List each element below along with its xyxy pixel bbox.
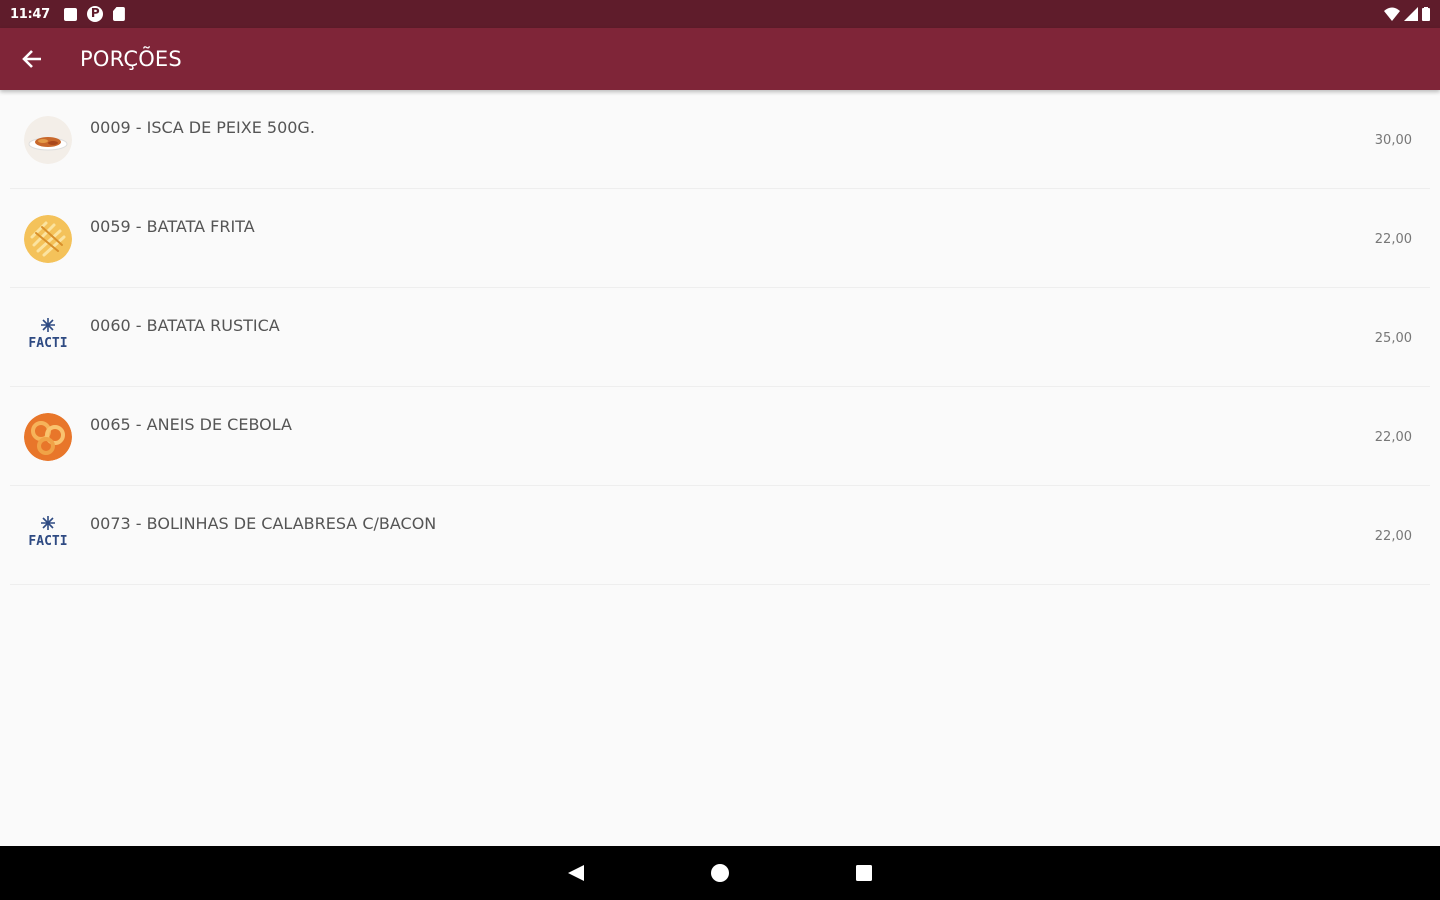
status-time: 11:47 [10,6,50,22]
circle-home-icon [711,864,729,882]
facti-logo: FACTI [28,534,67,549]
item-name: 0009 - ISCA DE PEIXE 500G. [90,118,315,137]
fish-thumbnail [24,116,72,164]
item-price: 25,00 [1374,331,1412,346]
item-name: 0073 - BOLINHAS DE CALABRESA C/BACON [90,514,437,533]
signal-icon [1404,7,1418,21]
notification-icon [63,7,77,21]
list-item[interactable]: FACTI 0060 - BATATA RUSTICA 25,00 [10,288,1430,387]
item-price: 30,00 [1374,133,1412,148]
fries-thumbnail [24,215,72,263]
page-title: PORÇÕES [80,47,182,71]
item-name: 0065 - ANEIS DE CEBOLA [90,415,292,434]
navigation-bar [0,846,1440,900]
item-name: 0059 - BATATA FRITA [90,217,255,236]
status-bar: 11:47 [0,0,1440,28]
nav-home-button[interactable] [698,851,742,895]
nav-back-button[interactable] [554,851,598,895]
list-item[interactable]: FACTI 0073 - BOLINHAS DE CALABRESA C/BAC… [10,486,1430,585]
sd-card-icon [112,7,125,21]
notification-icons [63,6,125,22]
item-price: 22,00 [1374,232,1412,247]
triangle-back-icon [568,865,584,881]
system-icons [1384,7,1430,21]
arrow-back-icon [22,50,41,68]
app-bar: PORÇÕES [0,28,1440,90]
onion-rings-thumbnail [24,413,72,461]
product-list: 0009 - ISCA DE PEIXE 500G. 30,00 0059 - … [0,90,1440,585]
nav-recents-button[interactable] [842,851,886,895]
item-price: 22,00 [1374,430,1412,445]
battery-icon [1422,7,1430,21]
facti-logo-thumbnail: FACTI [24,314,72,362]
back-button[interactable] [0,28,64,90]
facti-logo: FACTI [28,336,67,351]
list-item[interactable]: 0009 - ISCA DE PEIXE 500G. 30,00 [10,90,1430,189]
square-recents-icon [856,865,872,881]
wifi-icon [1384,7,1400,21]
item-name: 0060 - BATATA RUSTICA [90,316,280,335]
list-item[interactable]: 0059 - BATATA FRITA 22,00 [10,189,1430,288]
list-item[interactable]: 0065 - ANEIS DE CEBOLA 22,00 [10,387,1430,486]
item-price: 22,00 [1374,529,1412,544]
app-notification-icon [86,6,103,22]
facti-logo-thumbnail: FACTI [24,512,72,560]
